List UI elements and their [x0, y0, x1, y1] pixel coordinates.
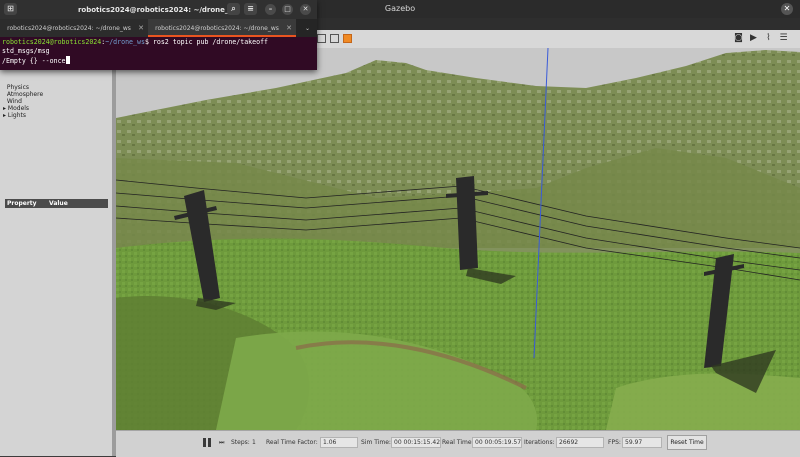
world-panel: Physics Atmosphere Wind ▸ Models ▸ Lights … — [0, 18, 112, 456]
text-cursor — [65, 56, 70, 64]
world-tree-item[interactable]: Physics — [3, 84, 43, 91]
tab-list-chevron-icon[interactable]: ⌄ — [298, 19, 317, 37]
world-tree-label: Physics — [6, 84, 30, 91]
magnet-icon[interactable] — [330, 34, 339, 43]
rtf-label: Real Time Factor: — [266, 439, 318, 446]
prompt-path: ~/drone_ws — [105, 38, 145, 46]
iterations-label: Iterations: — [524, 439, 555, 446]
world-tree-label: Models — [7, 105, 30, 112]
world-tree-item[interactable]: Atmosphere — [3, 91, 43, 98]
world-tree-label: Lights — [7, 112, 27, 119]
rtf-value: 1.06 — [320, 437, 358, 448]
snap-icon[interactable] — [317, 34, 326, 43]
terminal-window[interactable]: ⊞ robotics2024@robotics2024: ~/drone_ws … — [0, 0, 317, 70]
fps-label: FPS: — [608, 439, 621, 446]
3d-viewport[interactable] — [116, 48, 800, 430]
terminal-tab-2[interactable]: robotics2024@robotics2024: ~/drone_ws ✕ — [148, 19, 296, 37]
steps-label: Steps: — [231, 439, 250, 446]
terminal-tab-1[interactable]: robotics2024@robotics2024: ~/drone_ws ✕ — [0, 19, 148, 37]
search-icon[interactable]: ⌕ — [227, 3, 240, 15]
maximize-icon[interactable]: □ — [282, 4, 293, 15]
sim-time-value: 00 00:15:15.428 — [391, 437, 441, 448]
world-tree-label: Atmosphere — [6, 91, 44, 98]
camera-icon[interactable]: ◙ — [733, 33, 744, 43]
tab-label: robotics2024@robotics2024: ~/drone_ws — [155, 25, 279, 32]
world-tree: Physics Atmosphere Wind ▸ Models ▸ Lights — [3, 84, 43, 119]
world-tree-label: Wind — [6, 98, 22, 105]
tab-label: robotics2024@robotics2024: ~/drone_ws — [7, 25, 131, 32]
scene-render — [116, 48, 800, 430]
property-column-header: Property — [7, 200, 37, 207]
iterations-value: 26692 — [556, 437, 604, 448]
real-time-label: Real Time: — [442, 439, 474, 446]
terminal-tabs: robotics2024@robotics2024: ~/drone_ws ✕ … — [0, 19, 317, 37]
video-icon[interactable]: ▶ — [748, 33, 759, 43]
property-header: Property Value — [5, 199, 108, 208]
prompt-end: $ — [144, 38, 153, 46]
terminal-command-continuation: /Empty {} --once — [2, 56, 316, 66]
terminal-output[interactable]: robotics2024@robotics2024:~/drone_ws$ ro… — [2, 38, 316, 66]
world-tree-item[interactable]: ▸ Models — [3, 105, 43, 112]
prompt-user: robotics2024@robotics2024 — [2, 38, 102, 46]
pause-button[interactable] — [202, 437, 212, 449]
log-icon[interactable]: ☰ — [778, 33, 789, 43]
tab-close-icon[interactable]: ✕ — [286, 24, 292, 32]
sim-time-label: Sim Time: — [361, 439, 391, 446]
menu-icon[interactable]: ≡ — [244, 3, 257, 15]
reset-time-button[interactable]: Reset Time — [667, 435, 707, 450]
steps-value[interactable]: 1 — [252, 439, 256, 446]
value-column-header: Value — [49, 200, 68, 207]
close-icon[interactable]: ✕ — [300, 4, 311, 15]
time-panel: ⏭ Steps: 1 Real Time Factor: 1.06 Sim Ti… — [116, 430, 800, 457]
fps-value: 59.97 — [622, 437, 662, 448]
gazebo-close-icon[interactable]: ✕ — [781, 3, 793, 15]
orange-light-icon[interactable] — [343, 34, 352, 43]
world-tree-item[interactable]: ▸ Lights — [3, 112, 43, 119]
command-text-2: /Empty {} --once — [2, 57, 66, 65]
minimize-icon[interactable]: – — [265, 4, 276, 15]
step-icon[interactable]: ⏭ — [219, 439, 224, 447]
world-tree-item[interactable]: Wind — [3, 98, 43, 105]
real-time-value: 00 00:05:19.575 — [472, 437, 522, 448]
plot-icon[interactable]: ⌇ — [763, 33, 774, 43]
terminal-command-line: robotics2024@robotics2024:~/drone_ws$ ro… — [2, 38, 316, 56]
terminal-title-bar[interactable]: ⊞ robotics2024@robotics2024: ~/drone_ws … — [0, 0, 317, 19]
tab-close-icon[interactable]: ✕ — [138, 24, 144, 32]
